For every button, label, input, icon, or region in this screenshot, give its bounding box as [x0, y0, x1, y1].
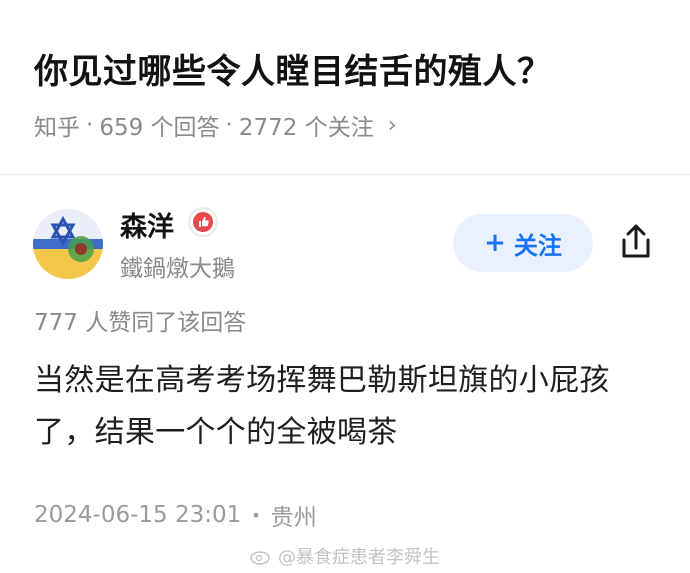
- avatar-image: [33, 209, 103, 279]
- question-title[interactable]: 你见过哪些令人瞠目结舌的殖人？: [34, 44, 552, 93]
- follow-label: 关注: [513, 231, 562, 260]
- answer-body[interactable]: 当然是在高考考场挥舞巴勒斯坦旗的小屁孩了，结果一个个的全被喝茶: [34, 355, 664, 459]
- share-icon[interactable]: [616, 222, 656, 262]
- plus-icon: +: [484, 228, 506, 258]
- source-label: 知乎: [34, 115, 80, 141]
- chevron-right-icon: ›: [387, 112, 397, 138]
- answer-count: 659 个回答: [99, 115, 220, 141]
- author-subtitle: 鐵鍋燉大鵝: [120, 256, 235, 282]
- weibo-icon: [250, 551, 270, 565]
- watermark-text: @暴食症患者李舜生: [278, 547, 440, 568]
- answer-location: 贵州: [270, 505, 317, 531]
- answer-footer: 2024-06-15 23:01 • 贵州: [34, 498, 317, 532]
- follower-count: 2772 个关注: [238, 115, 374, 141]
- meta-separator: ·: [86, 112, 94, 138]
- avatar[interactable]: [33, 209, 103, 279]
- thumb-badge-icon: [188, 207, 218, 237]
- follow-button[interactable]: + 关注: [453, 214, 593, 272]
- author-name[interactable]: 森洋: [120, 205, 174, 244]
- divider: [0, 174, 690, 175]
- likes-count: 777 人赞同了该回答: [34, 310, 247, 336]
- meta-separator: ·: [225, 112, 233, 138]
- answer-date: 2024-06-15 23:01: [34, 502, 242, 528]
- footer-separator: •: [251, 505, 261, 525]
- watermark: @暴食症患者李舜生: [250, 543, 440, 569]
- question-meta[interactable]: 知乎 · 659 个回答 · 2772 个关注 ›: [34, 108, 397, 142]
